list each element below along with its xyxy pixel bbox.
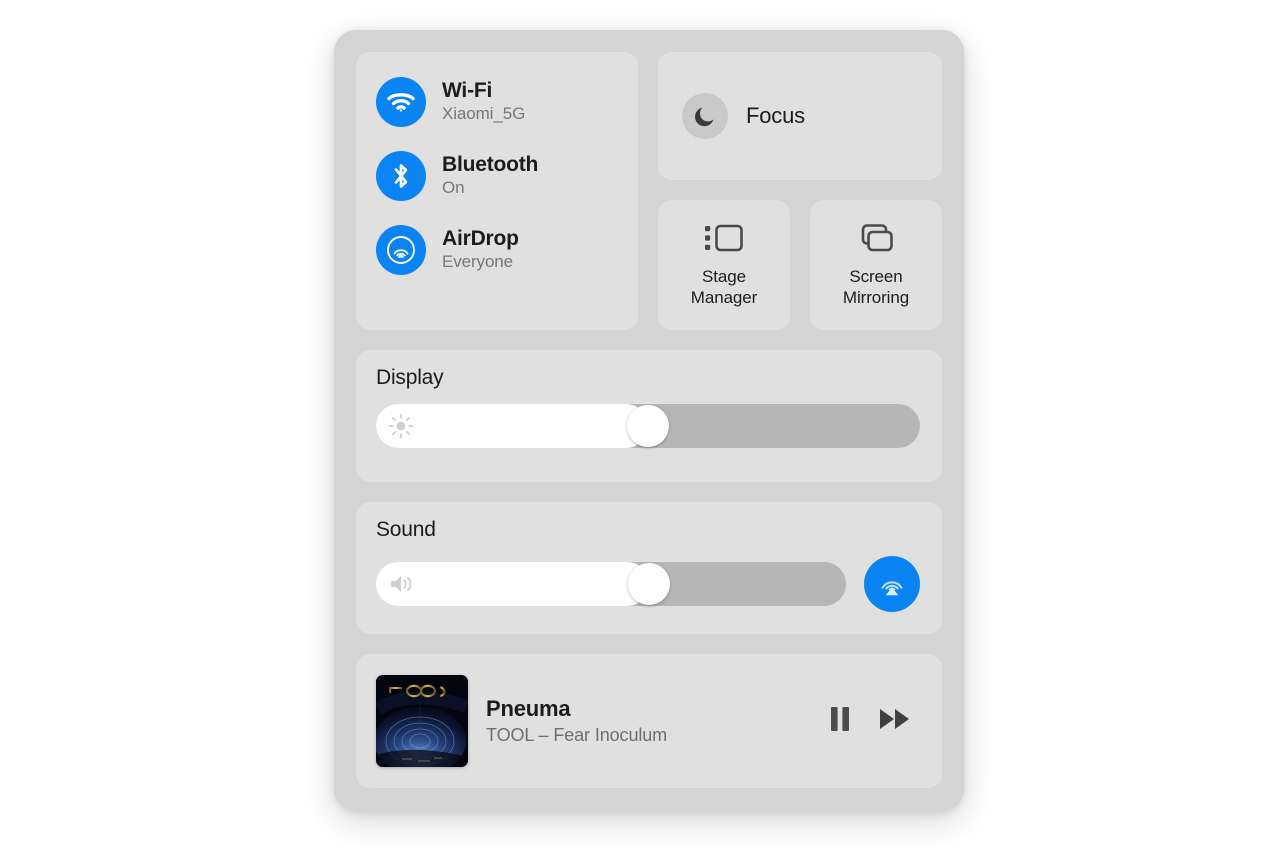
volume-slider[interactable] (376, 562, 846, 606)
bluetooth-label: Bluetooth (442, 153, 539, 177)
bluetooth-icon[interactable] (376, 151, 426, 201)
album-art-icon (376, 675, 468, 767)
connectivity-item-airdrop[interactable]: AirDrop Everyone (376, 222, 638, 278)
connectivity-item-wifi[interactable]: Wi-Fi Xiaomi_5G (376, 74, 638, 130)
track-info: Pneuma TOOL – Fear Inoculum (486, 696, 810, 746)
brightness-icon (388, 413, 414, 439)
pause-icon[interactable] (828, 705, 852, 738)
screen-mirroring-label-line2: Mirroring (842, 287, 910, 307)
stage-manager-label-line1: Stage (702, 267, 746, 287)
wifi-status: Xiaomi_5G (442, 104, 526, 124)
airdrop-label: AirDrop (442, 227, 519, 251)
connectivity-text: Bluetooth On (442, 153, 538, 198)
brightness-slider-knob[interactable] (627, 405, 669, 447)
track-subtitle: TOOL – Fear Inoculum (486, 725, 668, 745)
focus-tile[interactable]: Focus (658, 52, 942, 180)
now-playing-tile: Pneuma TOOL – Fear Inoculum (356, 654, 942, 788)
screen-mirroring-tile[interactable]: Screen Mirroring (810, 200, 942, 330)
transport-controls (828, 705, 920, 738)
connectivity-tile: Wi-Fi Xiaomi_5G Bluetooth On AirDrop Eve… (356, 52, 638, 330)
brightness-slider-fill (376, 404, 648, 448)
bluetooth-status: On (442, 178, 465, 198)
connectivity-text: AirDrop Everyone (442, 227, 519, 272)
display-heading: Display (376, 366, 444, 389)
speaker-icon (388, 572, 418, 596)
focus-label: Focus (746, 103, 805, 128)
stage-manager-icon (703, 222, 745, 259)
fast-forward-icon[interactable] (878, 705, 912, 738)
screen-mirroring-icon (855, 222, 897, 259)
airdrop-status: Everyone (442, 252, 514, 272)
screen-mirroring-label-line1: Screen (849, 267, 903, 287)
track-title: Pneuma (486, 696, 571, 721)
moon-icon (682, 93, 728, 139)
connectivity-text: Wi-Fi Xiaomi_5G (442, 79, 525, 124)
wifi-icon[interactable] (376, 77, 426, 127)
stage-manager-label: Stage Manager (690, 267, 758, 307)
top-row: Wi-Fi Xiaomi_5G Bluetooth On AirDrop Eve… (356, 52, 942, 330)
screen-mirroring-label: Screen Mirroring (843, 267, 909, 307)
display-slider-row (376, 404, 920, 448)
volume-slider-knob[interactable] (627, 563, 670, 605)
connectivity-item-bluetooth[interactable]: Bluetooth On (376, 148, 638, 204)
stage-manager-tile[interactable]: Stage Manager (658, 200, 790, 330)
airdrop-icon[interactable] (376, 225, 426, 275)
control-center-panel: Wi-Fi Xiaomi_5G Bluetooth On AirDrop Eve… (334, 30, 964, 811)
brightness-slider[interactable] (376, 404, 920, 448)
quick-tiles-row: Stage Manager Screen Mirroring (658, 200, 942, 330)
airplay-icon[interactable] (864, 556, 920, 612)
sound-tile: Sound (356, 502, 942, 634)
stage-manager-label-line2: Manager (690, 287, 758, 307)
sound-heading: Sound (376, 518, 436, 541)
sound-slider-row (376, 556, 920, 612)
display-tile: Display (356, 350, 942, 482)
wifi-label: Wi-Fi (442, 79, 493, 103)
right-column: Focus Stage Manager Screen Mirroring (658, 52, 942, 330)
